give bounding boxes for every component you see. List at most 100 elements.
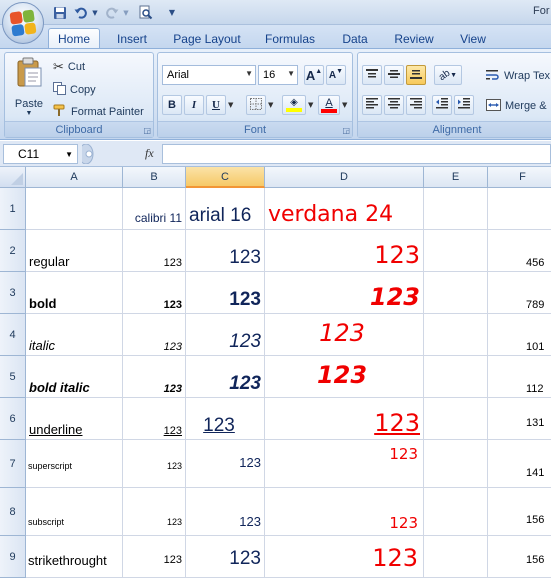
row-header[interactable]: 8 xyxy=(0,488,26,536)
italic-button[interactable]: I xyxy=(184,95,204,115)
office-button[interactable] xyxy=(2,2,44,44)
increase-indent-button[interactable] xyxy=(454,95,474,115)
chevron-down-icon[interactable]: ▼ xyxy=(122,4,130,21)
column-header-e[interactable]: E xyxy=(424,167,488,188)
align-middle-button[interactable] xyxy=(384,65,404,85)
cell-e4[interactable] xyxy=(424,314,488,356)
borders-button[interactable] xyxy=(246,95,266,115)
font-size-combo[interactable]: 16 ▼ xyxy=(258,65,298,85)
cell-b7[interactable]: 123 xyxy=(123,440,186,488)
tab-data[interactable]: Data xyxy=(336,28,374,49)
column-header-b[interactable]: B xyxy=(123,167,186,188)
name-box[interactable]: C11 ▼ xyxy=(3,144,78,164)
cell-a6[interactable]: underline xyxy=(26,398,123,440)
chevron-down-icon[interactable]: ▼ xyxy=(91,4,99,21)
cell-d5[interactable]: 123 xyxy=(265,356,424,398)
cell-c5[interactable]: 123 xyxy=(186,356,265,398)
paste-button[interactable]: Paste ▼ xyxy=(9,55,49,119)
cell-d1[interactable]: verdana 24 xyxy=(265,188,424,230)
cell-c1[interactable]: arial 16 xyxy=(186,188,265,230)
cell-f7[interactable]: 141 xyxy=(488,440,551,488)
column-header-a[interactable]: A xyxy=(26,167,123,188)
font-color-button[interactable]: A xyxy=(318,95,340,115)
chevron-down-icon[interactable]: ▼ xyxy=(65,150,73,159)
select-all-button[interactable] xyxy=(0,167,26,188)
chevron-down-icon[interactable]: ▼ xyxy=(287,69,295,78)
chevron-down-icon[interactable]: ▼ xyxy=(342,101,347,109)
cell-f3[interactable]: 789 xyxy=(488,272,551,314)
cell-d7[interactable]: 123 xyxy=(265,440,424,488)
row-header[interactable]: 6 xyxy=(0,398,26,440)
cell-e7[interactable] xyxy=(424,440,488,488)
cell-b3[interactable]: 123 xyxy=(123,272,186,314)
chevron-down-icon[interactable]: ▼ xyxy=(268,101,273,109)
cell-b8[interactable]: 123 xyxy=(123,488,186,536)
column-header-d[interactable]: D xyxy=(265,167,424,188)
cell-b5[interactable]: 123 xyxy=(123,356,186,398)
cell-b6[interactable]: 123 xyxy=(123,398,186,440)
cell-d2[interactable]: 123 xyxy=(265,230,424,272)
row-header[interactable]: 9 xyxy=(0,536,26,578)
chevron-down-icon[interactable]: ▼ xyxy=(308,101,313,109)
dialog-launcher-icon[interactable]: ◲ xyxy=(143,126,151,135)
cell-d4[interactable]: 123 xyxy=(265,314,424,356)
cell-c4[interactable]: 123 xyxy=(186,314,265,356)
cell-f1[interactable] xyxy=(488,188,551,230)
grow-font-button[interactable]: A ▲ xyxy=(304,65,324,85)
cell-f5[interactable]: 112 xyxy=(488,356,551,398)
cell-c3[interactable]: 123 xyxy=(186,272,265,314)
formula-input[interactable] xyxy=(162,144,551,164)
align-center-button[interactable] xyxy=(384,95,404,115)
column-header-c[interactable]: C xyxy=(186,167,265,188)
row-header[interactable]: 5 xyxy=(0,356,26,398)
cell-a4[interactable]: italic xyxy=(26,314,123,356)
row-header[interactable]: 3 xyxy=(0,272,26,314)
tab-view[interactable]: View xyxy=(452,28,494,49)
decrease-indent-button[interactable] xyxy=(432,95,452,115)
cell-f2[interactable]: 456 xyxy=(488,230,551,272)
cut-button[interactable]: ✂ Cut xyxy=(53,58,85,76)
tab-formulas[interactable]: Formulas xyxy=(260,28,320,49)
row-header[interactable]: 2 xyxy=(0,230,26,272)
align-bottom-button[interactable] xyxy=(406,65,426,85)
align-top-button[interactable] xyxy=(362,65,382,85)
print-preview-icon[interactable] xyxy=(136,4,154,21)
cell-a7[interactable]: superscript xyxy=(26,440,123,488)
cell-f6[interactable]: 131 xyxy=(488,398,551,440)
cell-d3[interactable]: 123 xyxy=(265,272,424,314)
chevron-down-icon[interactable]: ▼ xyxy=(245,69,253,78)
cell-c2[interactable]: 123 xyxy=(186,230,265,272)
insert-function-button[interactable]: fx xyxy=(145,146,154,161)
cell-f9[interactable]: 156 xyxy=(488,536,551,578)
tab-review[interactable]: Review xyxy=(388,28,440,49)
bold-button[interactable]: B xyxy=(162,95,182,115)
cell-a8[interactable]: subscript xyxy=(26,488,123,536)
fill-color-button[interactable]: ◈ xyxy=(282,95,306,115)
customize-icon[interactable]: ▼ xyxy=(166,4,178,21)
merge-center-button[interactable]: Merge & xyxy=(486,97,547,115)
row-header[interactable]: 1 xyxy=(0,188,26,230)
cell-b4[interactable]: 123 xyxy=(123,314,186,356)
cell-e6[interactable] xyxy=(424,398,488,440)
align-left-button[interactable] xyxy=(362,95,382,115)
dialog-launcher-icon[interactable]: ◲ xyxy=(342,126,350,135)
cell-e2[interactable] xyxy=(424,230,488,272)
redo-icon[interactable] xyxy=(103,4,121,21)
tab-home[interactable]: Home xyxy=(48,28,100,49)
cell-a9[interactable]: strikethrought xyxy=(26,536,123,578)
row-header[interactable]: 7 xyxy=(0,440,26,488)
tab-insert[interactable]: Insert xyxy=(110,28,154,49)
cell-a1[interactable] xyxy=(26,188,123,230)
cell-b9[interactable]: 123 xyxy=(123,536,186,578)
wrap-text-button[interactable]: Wrap Tex xyxy=(486,67,550,85)
cell-e9[interactable] xyxy=(424,536,488,578)
underline-button[interactable]: U xyxy=(206,95,226,115)
cell-a3[interactable]: bold xyxy=(26,272,123,314)
cell-d9[interactable]: 123 xyxy=(265,536,424,578)
save-icon[interactable] xyxy=(52,4,68,21)
cell-c8[interactable]: 123 xyxy=(186,488,265,536)
align-right-button[interactable] xyxy=(406,95,426,115)
cell-e5[interactable] xyxy=(424,356,488,398)
tab-page-layout[interactable]: Page Layout xyxy=(168,28,246,49)
cell-c7[interactable]: 123 xyxy=(186,440,265,488)
